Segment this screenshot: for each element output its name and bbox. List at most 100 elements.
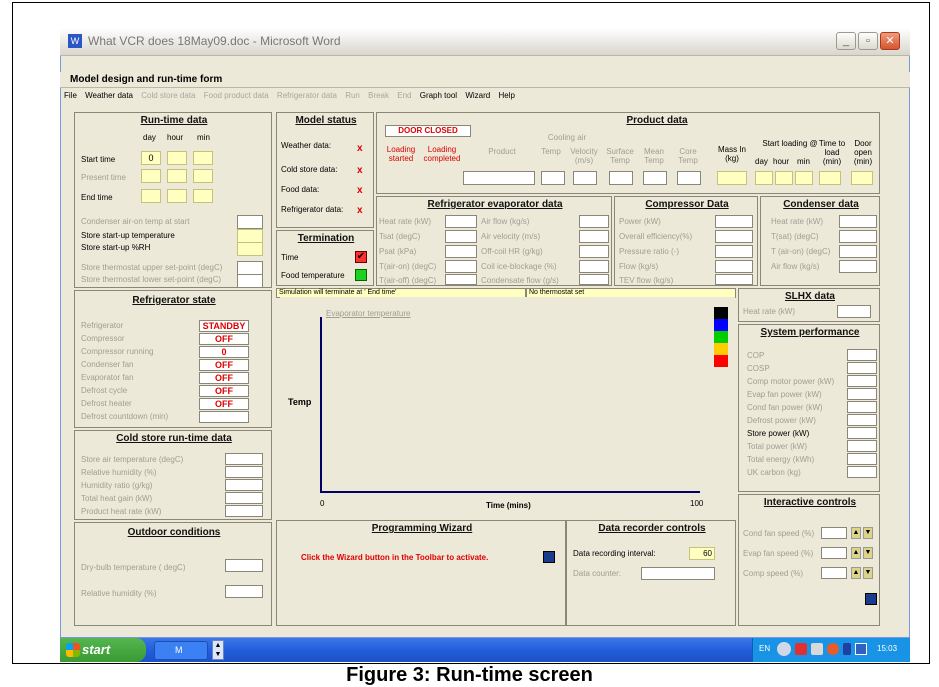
evap-airvel-field[interactable] (579, 230, 609, 243)
start-hour-field[interactable] (167, 151, 187, 165)
perf-defrost-field[interactable] (847, 414, 877, 426)
perf-comp-motor-field[interactable] (847, 375, 877, 387)
evap-psat-field[interactable] (445, 245, 477, 258)
tray-app-icon[interactable] (827, 643, 839, 655)
comp-power-field[interactable] (715, 215, 753, 228)
store-startup-temp-field[interactable] (237, 229, 263, 243)
menu-graph-tool[interactable]: Graph tool (420, 91, 457, 100)
end-hour-field[interactable] (167, 189, 187, 203)
store-product-heat-field[interactable] (225, 505, 263, 517)
comp-flow-field[interactable] (715, 260, 753, 273)
perf-evap-fan-field[interactable] (847, 388, 877, 400)
evap-ice-field[interactable] (579, 260, 609, 273)
tray-volume-icon[interactable] (843, 643, 851, 655)
evap-heat-rate-field[interactable] (445, 215, 477, 228)
tray-expand-icon[interactable] (777, 642, 791, 656)
cooling-temp-field[interactable] (541, 171, 565, 185)
store-startup-rh-field[interactable] (237, 242, 263, 256)
menu-food-product-data[interactable]: Food product data (204, 91, 269, 100)
menu-file[interactable]: File (64, 91, 77, 100)
perf-cop-field[interactable] (847, 349, 877, 361)
evap-fan-up-arrow-icon[interactable]: ▲ (851, 547, 861, 559)
perf-uk-carbon-field[interactable] (847, 466, 877, 478)
store-hr-field[interactable] (225, 479, 263, 491)
mass-field[interactable] (717, 171, 747, 185)
menu-weather-data[interactable]: Weather data (85, 91, 133, 100)
comp-speed-field[interactable] (821, 567, 847, 579)
data-counter-field[interactable] (641, 567, 715, 580)
slhx-heat-rate-field[interactable] (837, 305, 871, 318)
language-indicator[interactable]: EN (759, 644, 770, 653)
recording-interval-field[interactable]: 60 (689, 547, 715, 560)
cond-fan-speed-field[interactable] (821, 527, 847, 539)
tray-network-icon[interactable] (811, 643, 823, 655)
comp-speed-up-arrow-icon[interactable]: ▲ (851, 567, 861, 579)
taskbar-scroll-arrows-icon[interactable]: ▲ ▼ (212, 640, 224, 660)
tray-security-icon[interactable] (795, 643, 807, 655)
evap-tairon-field[interactable] (445, 260, 477, 273)
menu-cold-store-data[interactable]: Cold store data (141, 91, 195, 100)
cond-airflow-field[interactable] (839, 260, 877, 273)
present-day-field[interactable] (141, 169, 161, 183)
evap-tsat-field[interactable] (445, 230, 477, 243)
surface-temp-field[interactable] (609, 171, 633, 185)
menu-refrigerator-data[interactable]: Refrigerator data (277, 91, 337, 100)
load-hour-field[interactable] (775, 171, 793, 185)
perf-cond-fan-field[interactable] (847, 401, 877, 413)
core-temp-field[interactable] (677, 171, 701, 185)
store-air-temp-field[interactable] (225, 453, 263, 465)
comp-tev-field[interactable] (715, 274, 753, 285)
evap-tairoff-field[interactable] (445, 274, 477, 285)
comp-eff-field[interactable] (715, 230, 753, 243)
cond-heat-rate-field[interactable] (839, 215, 877, 228)
evap-fan-speed-field[interactable] (821, 547, 847, 559)
menu-end[interactable]: End (397, 91, 411, 100)
product-field[interactable] (463, 171, 535, 185)
close-button[interactable]: ✕ (880, 32, 900, 50)
taskbar-task-button[interactable]: M (154, 641, 208, 660)
door-open-field[interactable] (851, 171, 873, 185)
interactive-controls-icon[interactable] (865, 593, 877, 605)
cond-fan-down-arrow-icon[interactable]: ▼ (863, 527, 873, 539)
comp-speed-down-arrow-icon[interactable]: ▼ (863, 567, 873, 579)
thermo-lower-field[interactable] (237, 274, 263, 288)
menu-run[interactable]: Run (345, 91, 360, 100)
evap-fan-down-arrow-icon[interactable]: ▼ (863, 547, 873, 559)
menu-wizard[interactable]: Wizard (465, 91, 490, 100)
menu-help[interactable]: Help (498, 91, 514, 100)
evap-offcoil-field[interactable] (579, 245, 609, 258)
mean-temp-field[interactable] (643, 171, 667, 185)
cond-tairon-field[interactable] (839, 245, 877, 258)
condenser-air-field[interactable] (237, 215, 263, 229)
store-heat-gain-field[interactable] (225, 492, 263, 504)
end-day-field[interactable] (141, 189, 161, 203)
outdoor-rh-field[interactable] (225, 585, 263, 598)
perf-total-power-field[interactable] (847, 440, 877, 452)
present-hour-field[interactable] (167, 169, 187, 183)
present-min-field[interactable] (193, 169, 213, 183)
menu-break[interactable]: Break (368, 91, 389, 100)
cond-tsat-field[interactable] (839, 230, 877, 243)
time-to-load-field[interactable] (819, 171, 841, 185)
evap-condensate-field[interactable] (579, 274, 609, 285)
thermo-upper-field[interactable] (237, 261, 263, 275)
comp-ratio-field[interactable] (715, 245, 753, 258)
evap-airflow-field[interactable] (579, 215, 609, 228)
load-day-field[interactable] (755, 171, 773, 185)
end-min-field[interactable] (193, 189, 213, 203)
wizard-icon[interactable] (543, 551, 555, 563)
cond-fan-up-arrow-icon[interactable]: ▲ (851, 527, 861, 539)
store-rh-field[interactable] (225, 466, 263, 478)
termination-food-checkbox[interactable] (355, 269, 367, 281)
perf-cosp-field[interactable] (847, 362, 877, 374)
tray-monitor-icon[interactable] (855, 643, 867, 655)
start-day-field[interactable]: 0 (141, 151, 161, 165)
perf-total-energy-field[interactable] (847, 453, 877, 465)
minimize-button[interactable]: _ (836, 32, 856, 50)
perf-store-power-field[interactable] (847, 427, 877, 439)
velocity-field[interactable] (573, 171, 597, 185)
dry-bulb-field[interactable] (225, 559, 263, 572)
start-min-field[interactable] (193, 151, 213, 165)
restore-button[interactable]: ▫ (858, 32, 878, 50)
termination-time-checkbox[interactable]: ✔ (355, 251, 367, 263)
